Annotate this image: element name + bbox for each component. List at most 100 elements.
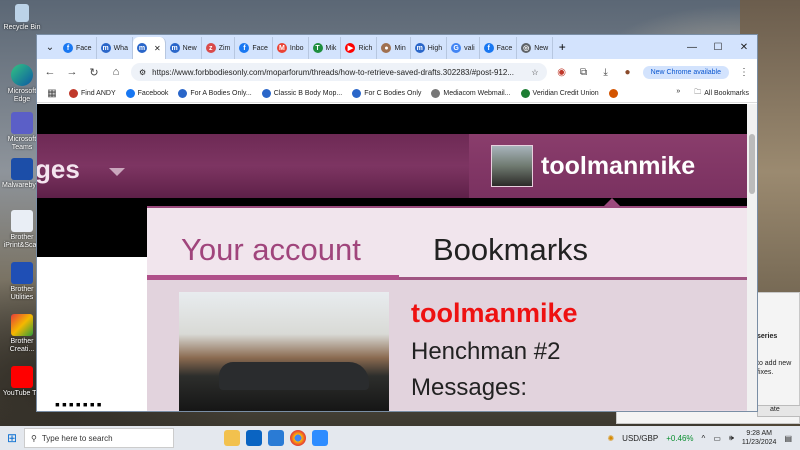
desktop-icon-label: Brother Utilities (10, 286, 34, 301)
bookmark-star-icon[interactable]: ☆ (531, 68, 538, 77)
forward-icon[interactable]: → (65, 66, 79, 78)
url-text: https://www.forbbodiesonly.com/moparforu… (152, 67, 514, 77)
scrollbar-thumb[interactable] (749, 134, 755, 194)
mopar-icon (261, 89, 271, 98)
tab[interactable]: m New (166, 37, 202, 59)
bookmark-item[interactable]: Classic B Body Mop... (261, 89, 342, 98)
notification-body: to add new fixes. (757, 360, 792, 376)
tab[interactable]: T Mik (309, 37, 342, 59)
taskbar-search[interactable]: ⚲ Type here to search (24, 428, 174, 448)
youtube-icon: ▶ (345, 43, 356, 53)
all-bookmarks-button[interactable]: 🗀 All Bookmarks (694, 88, 749, 99)
taskbar-search-placeholder: Type here to search (41, 433, 113, 443)
new-chrome-available-button[interactable]: New Chrome available (642, 65, 729, 79)
tab-active[interactable]: m ✕ (132, 37, 166, 59)
tab[interactable]: m Wha (97, 37, 133, 59)
maximize-icon[interactable]: ☐ (705, 42, 731, 53)
user-menu-trigger[interactable]: toolmanmike (469, 134, 749, 198)
date: 11/23/2024 (741, 439, 777, 446)
clock[interactable]: 9:28 AM 11/23/2024 (742, 429, 777, 447)
tab[interactable]: ▶ Rich (341, 37, 378, 59)
puzzle-icon[interactable]: ⧉ (577, 67, 591, 78)
minimize-icon[interactable]: — (679, 42, 705, 53)
notifications-icon[interactable]: ▤ (784, 434, 792, 443)
tab-label: Rich (358, 44, 373, 52)
bookmark-label: Facebook (137, 90, 169, 97)
chrome-icon[interactable] (290, 430, 306, 446)
tab-label: Face (252, 44, 268, 52)
tab[interactable]: M Inbo (273, 37, 309, 59)
account-avatar[interactable] (179, 292, 389, 411)
home-icon[interactable]: ⌂ (109, 66, 123, 78)
scrollbar[interactable] (747, 104, 757, 411)
content-area (37, 257, 157, 411)
edge-icon (11, 64, 33, 86)
site-icon: ● (381, 43, 392, 53)
volume-icon[interactable]: 🕪 (729, 433, 734, 443)
tab[interactable]: ● Min (377, 37, 411, 59)
back-icon[interactable]: ← (43, 66, 57, 78)
tab-label: vali (464, 44, 475, 52)
tab-label: Mik (325, 44, 337, 52)
google-icon: G (451, 43, 462, 53)
bookmark-label: For A Bodies Only... (190, 90, 252, 97)
tab-label: Min (394, 44, 406, 52)
dropdown-tabs: Your account Bookmarks (147, 208, 749, 280)
address-bar[interactable]: ⚙ https://www.forbbodiesonly.com/moparfo… (131, 63, 547, 81)
bookmark-item[interactable]: Find ANDY (69, 89, 116, 98)
facebook-icon (125, 89, 135, 98)
tab[interactable]: f Face (59, 37, 97, 59)
site-info-icon[interactable]: ⚙ (139, 68, 146, 77)
bookmark-item[interactable]: For A Bodies Only... (178, 89, 252, 98)
windows-start-icon[interactable]: ⊞ (0, 431, 24, 445)
tab-your-account[interactable]: Your account (147, 208, 399, 280)
time: 9:28 AM (746, 430, 773, 437)
facebook-icon: f (63, 43, 73, 53)
bookmark-item[interactable]: For C Bodies Only (352, 89, 421, 98)
brother-creative-icon (11, 314, 33, 336)
download-icon[interactable]: ⤓ (599, 67, 613, 78)
tab-bookmarks[interactable]: Bookmarks (399, 208, 622, 277)
extension-icon[interactable]: ◉ (555, 67, 569, 78)
reload-icon[interactable]: ↻ (87, 66, 101, 79)
zoom-icon[interactable] (312, 430, 328, 446)
bookmarks-bar: ▦ Find ANDY Facebook For A Bodies Only..… (37, 85, 757, 103)
new-tab-button[interactable]: + (553, 40, 571, 54)
file-explorer-icon[interactable] (224, 430, 240, 446)
more-bookmarks-button[interactable]: » (676, 88, 680, 99)
taskbar-apps (224, 430, 328, 446)
menu-icon[interactable]: ⋮ (737, 67, 751, 78)
close-window-icon[interactable]: ✕ (731, 42, 757, 53)
tab[interactable]: m High (411, 37, 448, 59)
tab[interactable]: ◎ New (517, 37, 554, 59)
chevron-up-icon[interactable]: ^ (702, 434, 706, 443)
tab-label: Face (76, 44, 92, 52)
bookmark-item[interactable]: Mediacom Webmail... (431, 89, 511, 98)
mopar-icon: m (136, 43, 147, 53)
notification-button[interactable]: ate (757, 405, 800, 417)
outlook-icon[interactable] (246, 430, 262, 446)
apps-grid-icon[interactable]: ▦ (45, 88, 59, 99)
network-icon[interactable]: ▭ (713, 434, 721, 443)
bookmark-item[interactable] (608, 89, 618, 98)
tab-search-icon[interactable]: ⌄ (41, 38, 59, 56)
ticker-label[interactable]: USD/GBP (622, 434, 658, 443)
bookmark-label: Find ANDY (81, 90, 116, 97)
tab[interactable]: f Face (235, 37, 273, 59)
bookmark-item[interactable]: Veridian Credit Union (520, 89, 599, 98)
site-icon (608, 89, 618, 98)
chevron-down-icon[interactable] (109, 168, 125, 176)
nav-messages-partial[interactable]: ges (37, 154, 80, 185)
profile-avatar[interactable]: ● (621, 67, 635, 78)
account-username[interactable]: toolmanmike (411, 298, 578, 329)
store-icon[interactable] (268, 430, 284, 446)
bookmark-item[interactable]: Facebook (125, 89, 169, 98)
desktop-icon-recycle-bin[interactable]: Recycle Bin (2, 4, 42, 32)
close-tab-icon[interactable]: ✕ (154, 44, 161, 53)
car-image (219, 362, 369, 390)
tab-label: High (427, 44, 443, 52)
tab[interactable]: z Zim (202, 37, 236, 59)
tab[interactable]: Gvali (447, 37, 480, 59)
desktop-icon-label: Brother Creati... (9, 338, 35, 353)
tab[interactable]: f Face (480, 37, 518, 59)
